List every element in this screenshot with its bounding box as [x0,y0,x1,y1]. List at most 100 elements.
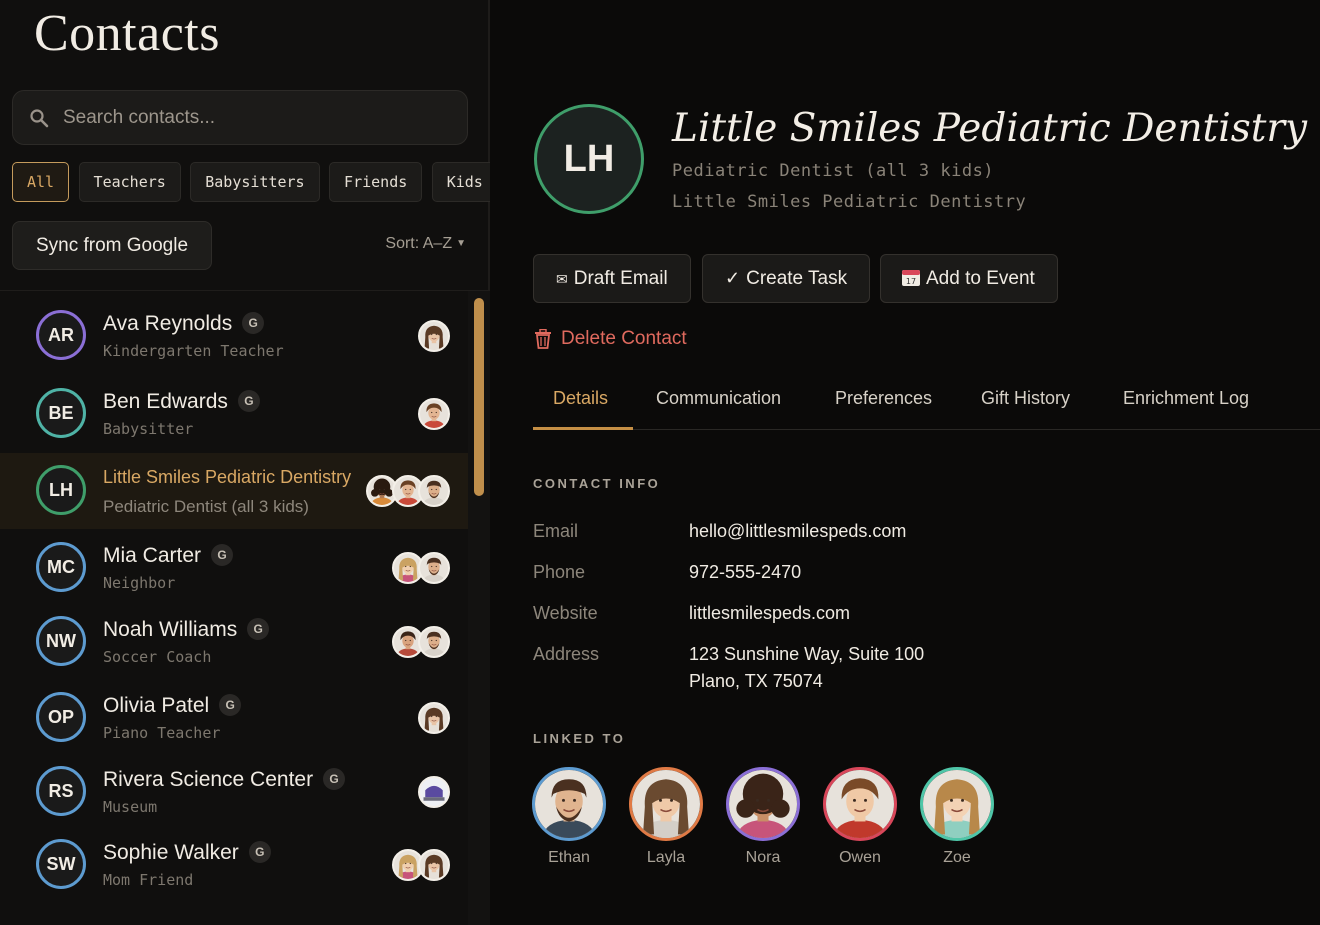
contact-row[interactable]: RS Rivera Science Center G Museum [0,754,468,830]
contact-role: Piano Teacher [103,724,221,742]
linked-person[interactable]: Ethan [531,767,607,867]
phone-label: Phone [533,562,586,582]
contact-row[interactable]: OP Olivia Patel G Piano Teacher [0,680,468,756]
email-value[interactable]: hello@littlesmilespeds.com [689,521,906,542]
contact-name-line: Olivia Patel G [103,694,242,718]
linked-avatars [366,475,450,507]
linked-person-name: Ethan [548,849,590,866]
contact-row[interactable]: AR Ava Reynolds G Kindergarten Teacher [0,298,468,374]
detail-subtitle: Pediatric Dentist (all 3 kids) [672,161,995,181]
delete-contact-button[interactable]: Delete Contact [534,328,687,350]
linked-person-name: Nora [745,849,781,866]
linked-avatars [418,776,450,808]
active-tab-indicator [533,427,633,430]
google-badge: G [219,694,242,716]
google-badge: G [211,544,234,566]
website-value[interactable]: littlesmilespeds.com [689,603,850,624]
detail-avatar: LH [534,104,644,214]
create-task-button[interactable]: ✓ Create Task [702,254,871,303]
contact-avatar: LH [36,465,86,515]
detail-title: Little Smiles Pediatric Dentistry [672,106,1308,151]
linked-person[interactable]: Owen [822,767,898,867]
caret-down-icon: ▼ [456,238,466,249]
delete-contact-label: Delete Contact [561,328,687,349]
contact-name: Rivera Science Center [103,768,314,791]
filter-kids[interactable]: Kids [431,162,490,202]
linked-person-photo [726,767,800,841]
phone-value[interactable]: 972-555-2470 [689,562,801,583]
filter-teachers[interactable]: Teachers [78,162,181,202]
tab-details[interactable]: Details [553,388,608,409]
contact-name-line: Ava Reynolds G [103,312,265,336]
search-icon [30,108,49,127]
add-to-event-button[interactable]: 17 Add to Event [880,254,1058,303]
contact-row[interactable]: LH Little Smiles Pediatric Dentistry Pedia… [0,453,468,529]
linked-avatars [392,626,450,658]
filter-babysitters[interactable]: Babysitters [190,162,320,202]
search-input[interactable] [63,106,443,129]
contact-row[interactable]: SW Sophie Walker G Mom Friend [0,827,468,903]
divider [0,290,490,291]
contact-name-line: Rivera Science Center G [103,768,346,792]
linked-person-photo [823,767,897,841]
contact-avatar: OP [36,692,86,742]
detail-organization: Little Smiles Pediatric Dentistry [672,192,1027,212]
linked-person-thumbnail [418,475,450,507]
linked-person-thumbnail [418,398,450,430]
linked-person[interactable]: Layla [628,767,704,867]
create-task-label: Create Task [746,268,848,289]
linked-person[interactable]: Zoe [919,767,995,867]
search-box[interactable] [12,90,468,145]
contact-name: Little Smiles Pediatric Dentistry [103,467,352,487]
tab-preferences[interactable]: Preferences [835,388,932,409]
draft-email-button[interactable]: ✉ Draft Email [533,254,691,303]
linked-to-heading: LINKED TO [533,731,626,746]
linked-person-photo [920,767,994,841]
google-badge: G [323,768,346,790]
contact-role: Neighbor [103,574,176,592]
linked-person-name: Layla [646,849,686,866]
calendar-icon: 17 [902,270,920,286]
contact-avatar: AR [36,310,86,360]
contact-avatar: MC [36,542,86,592]
envelope-icon: ✉ [556,271,568,287]
contact-role: Pediatric Dentist (all 3 kids) [103,497,309,516]
detail-tabs: Details Communication Preferences Gift H… [533,388,1320,430]
linked-person[interactable]: Nora [725,767,801,867]
contact-row[interactable]: NW Noah Williams G Soccer Coach [0,604,468,680]
email-label: Email [533,521,579,541]
contact-avatar: SW [36,839,86,889]
contact-name: Ava Reynolds [103,312,233,335]
website-label: Website [533,603,598,623]
contact-role: Kindergarten Teacher [103,342,284,360]
sort-dropdown[interactable]: Sort: A–Z ▼ [385,235,466,253]
tab-enrichment-log[interactable]: Enrichment Log [1123,388,1249,409]
sync-google-button[interactable]: Sync from Google [12,221,212,270]
linked-person-thumbnail [418,320,450,352]
address-line1: 123 Sunshine Way, Suite 100 [689,644,925,664]
tab-gift-history[interactable]: Gift History [981,388,1070,409]
contact-row[interactable]: MC Mia Carter G Neighbor [0,530,468,606]
scrollbar-thumb[interactable] [474,298,484,496]
app-title: Contacts [34,5,220,62]
contact-row[interactable]: BE Ben Edwards G Babysitter [0,376,468,452]
address-line2: Plano, TX 75074 [689,671,823,691]
filter-all[interactable]: All [12,162,70,202]
contact-name-line: Ben Edwards G [103,390,260,414]
linked-person-photo [629,767,703,841]
contact-name: Olivia Patel [103,694,210,717]
filter-friends[interactable]: Friends [329,162,423,202]
contact-avatar: RS [36,766,86,816]
contact-role: Soccer Coach [103,648,212,666]
linked-avatars [392,849,450,881]
google-badge: G [247,618,270,640]
contact-name-line: Noah Williams G [103,618,270,642]
contact-avatar: BE [36,388,86,438]
google-badge: G [248,841,271,863]
linked-person-thumbnail [418,849,450,881]
contact-info-heading: CONTACT INFO [533,476,661,491]
tab-communication[interactable]: Communication [656,388,781,409]
contacts-sidebar: Contacts All Teachers Babysitters Friend… [0,0,490,925]
svg-text:17: 17 [906,277,916,286]
filter-chips: All Teachers Babysitters Friends Kids [12,162,490,202]
